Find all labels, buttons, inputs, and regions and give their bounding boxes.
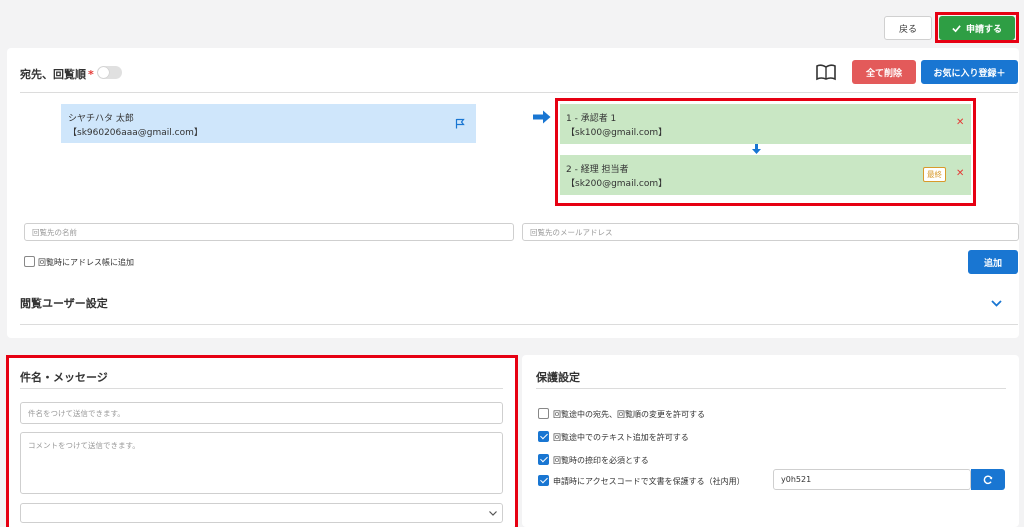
protection-divider — [536, 388, 1006, 389]
favorite-register-button[interactable]: お気に入り登録＋ — [921, 60, 1018, 84]
recipient-email-input[interactable]: 回覧先のメールアドレス — [522, 223, 1019, 241]
flag-icon — [455, 118, 465, 129]
option-label: 回覧途中の宛先、回覧順の変更を許可する — [553, 410, 705, 419]
option-checkbox[interactable] — [538, 475, 549, 486]
add-to-address-book-label: 回覧時にアドレス帳に追加 — [38, 258, 134, 267]
recipients-highlight-box — [555, 98, 976, 206]
recipients-divider — [20, 92, 1018, 93]
chevron-down-icon[interactable] — [991, 300, 1002, 307]
message-highlight-box — [6, 355, 518, 527]
recipient-name-input[interactable]: 回覧先の名前 — [24, 223, 514, 241]
address-book-icon[interactable] — [815, 63, 837, 81]
option-label: 申請時にアクセスコードで文書を保護する（社内用） — [553, 477, 745, 486]
apply-highlight-box — [935, 12, 1019, 43]
regenerate-code-button[interactable] — [971, 469, 1005, 490]
access-code-input[interactable]: y0h521 — [773, 469, 971, 490]
recipients-title: 宛先、回覧順 * — [20, 68, 94, 81]
sender-card: シヤチハタ 太郎 【sk960206aaa@gmail.com】 — [61, 104, 476, 143]
viewer-settings-divider — [20, 324, 1018, 325]
sender-name: シヤチハタ 太郎 — [68, 114, 134, 124]
option-checkbox[interactable] — [538, 454, 549, 465]
option-label: 回覧時の捺印を必須とする — [553, 456, 649, 465]
sender-email: 【sk960206aaa@gmail.com】 — [68, 128, 203, 138]
add-recipient-button[interactable]: 追加 — [968, 250, 1018, 274]
refresh-icon — [983, 475, 993, 484]
option-label: 回覧途中でのテキスト追加を許可する — [553, 433, 689, 442]
clear-all-button[interactable]: 全て削除 — [852, 60, 916, 84]
protection-title: 保護設定 — [536, 371, 580, 384]
viewer-settings-title[interactable]: 閲覧ユーザー設定 — [20, 295, 108, 311]
option-checkbox[interactable] — [538, 408, 549, 419]
option-checkbox[interactable] — [538, 431, 549, 442]
add-to-address-book-checkbox[interactable] — [24, 256, 35, 267]
back-button[interactable]: 戻る — [884, 16, 932, 40]
recipient-order-toggle[interactable] — [97, 66, 122, 79]
arrow-right-icon — [533, 110, 551, 124]
